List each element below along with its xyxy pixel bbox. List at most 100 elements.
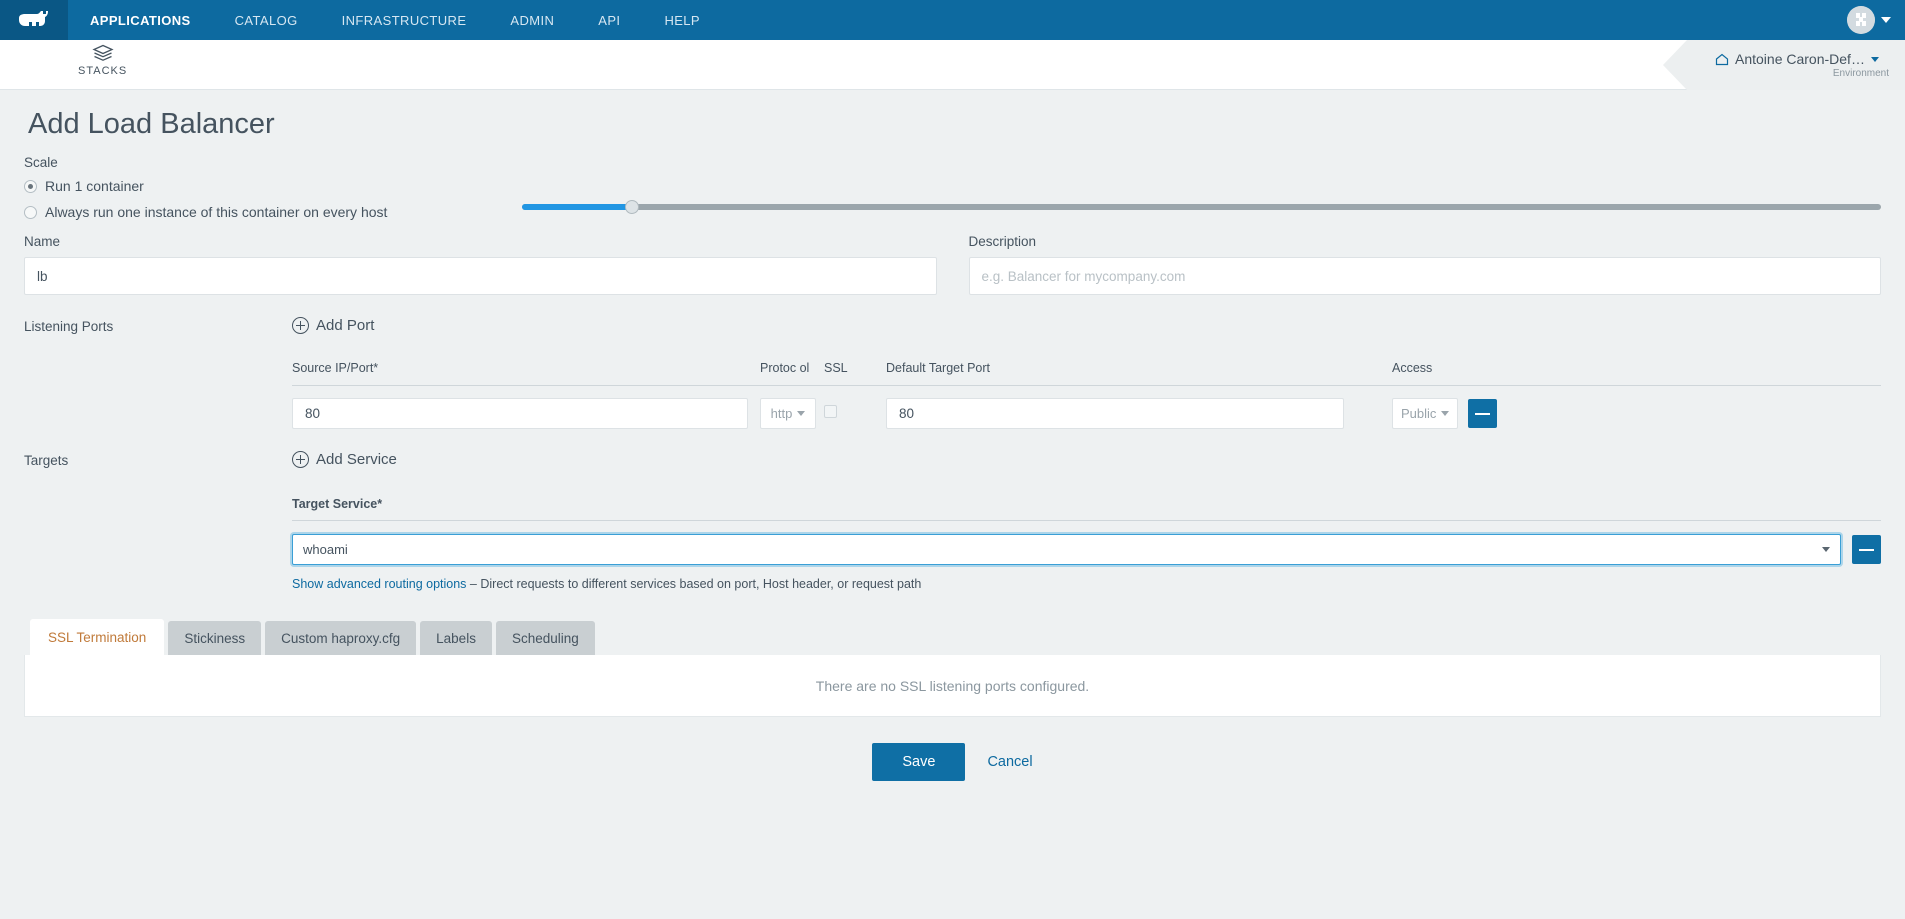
scale-label: Scale bbox=[24, 155, 1881, 170]
protocol-select[interactable]: http bbox=[760, 398, 816, 429]
targets-body: Add Service Target Service* whoami Show … bbox=[292, 451, 1881, 591]
radio-label: Always run one instance of this containe… bbox=[45, 204, 387, 220]
empty-state-message: There are no SSL listening ports configu… bbox=[816, 678, 1089, 694]
nav-item-label: APPLICATIONS bbox=[90, 13, 191, 28]
column-header-default-target-port: Default Target Port bbox=[886, 361, 1356, 375]
nav-item-catalog[interactable]: CATALOG bbox=[213, 0, 320, 40]
tab-labels[interactable]: Labels bbox=[420, 621, 492, 655]
description-label: Description bbox=[969, 234, 1882, 249]
nav-item-label: INFRASTRUCTURE bbox=[342, 13, 467, 28]
targets-section: Targets Add Service Target Service* whoa… bbox=[24, 451, 1881, 591]
targets-label: Targets bbox=[24, 451, 292, 591]
cancel-button[interactable]: Cancel bbox=[987, 754, 1032, 770]
add-service-label: Add Service bbox=[316, 451, 397, 468]
radio-icon[interactable] bbox=[24, 180, 37, 193]
user-menu[interactable] bbox=[1847, 0, 1905, 40]
name-description-row: Name Description bbox=[24, 234, 1881, 295]
listening-ports-label: Listening Ports bbox=[24, 317, 292, 429]
slider-fill bbox=[522, 204, 632, 210]
chevron-down-icon bbox=[1822, 547, 1830, 552]
target-service-select[interactable]: whoami bbox=[292, 534, 1841, 565]
chevron-down-icon bbox=[797, 411, 805, 416]
column-header-protocol: Protoc ol bbox=[760, 361, 824, 375]
access-cell: Public bbox=[1356, 398, 1881, 429]
nav-item-label: ADMIN bbox=[510, 13, 554, 28]
table-header-row: Source IP/Port* Protoc ol SSL Default Ta… bbox=[292, 361, 1881, 386]
ssl-checkbox[interactable] bbox=[824, 405, 837, 418]
tab-custom-haproxy-cfg[interactable]: Custom haproxy.cfg bbox=[265, 621, 416, 655]
column-header-ssl: SSL bbox=[824, 361, 886, 375]
name-input[interactable] bbox=[24, 257, 937, 295]
layers-icon bbox=[92, 44, 114, 63]
remove-port-button[interactable] bbox=[1468, 399, 1497, 428]
nav-item-label: HELP bbox=[664, 13, 700, 28]
tab-label: Scheduling bbox=[512, 631, 579, 646]
tab-panel-ssl-termination: There are no SSL listening ports configu… bbox=[24, 655, 1881, 717]
add-service-button[interactable]: Add Service bbox=[292, 451, 397, 468]
page-content: Add Load Balancer Scale Run 1 container … bbox=[0, 108, 1905, 805]
scale-section: Run 1 container Always run one instance … bbox=[24, 178, 1881, 220]
rancher-bull-logo-icon bbox=[17, 9, 51, 31]
protocol-value: http bbox=[771, 406, 793, 421]
nav-item-help[interactable]: HELP bbox=[642, 0, 722, 40]
name-column: Name bbox=[24, 234, 937, 295]
environment-name: Antoine Caron-Def… bbox=[1735, 51, 1865, 67]
rancher-logo[interactable] bbox=[0, 0, 68, 40]
chevron-down-icon bbox=[1441, 411, 1449, 416]
avatar[interactable] bbox=[1847, 6, 1875, 34]
nav-items: APPLICATIONS CATALOG INFRASTRUCTURE ADMI… bbox=[68, 0, 722, 40]
environment-selector[interactable]: Antoine Caron-Def… Environment bbox=[1687, 40, 1905, 90]
settings-tabs-section: SSL Termination Stickiness Custom haprox… bbox=[24, 619, 1881, 717]
description-column: Description bbox=[969, 234, 1882, 295]
tab-list: SSL Termination Stickiness Custom haprox… bbox=[24, 619, 1881, 655]
add-port-button[interactable]: Add Port bbox=[292, 317, 374, 334]
radio-icon[interactable] bbox=[24, 206, 37, 219]
listening-ports-section: Listening Ports Add Port Source IP/Port*… bbox=[24, 317, 1881, 429]
nav-item-admin[interactable]: ADMIN bbox=[488, 0, 576, 40]
subnav-stacks-label: STACKS bbox=[78, 65, 127, 77]
radio-label: Run 1 container bbox=[45, 178, 144, 194]
subnav-item-stacks[interactable]: STACKS bbox=[78, 40, 127, 77]
column-header-source-ip-port: Source IP/Port* bbox=[292, 361, 760, 375]
save-button[interactable]: Save bbox=[872, 743, 965, 781]
top-navigation-bar: APPLICATIONS CATALOG INFRASTRUCTURE ADMI… bbox=[0, 0, 1905, 40]
radio-run-one-container[interactable]: Run 1 container bbox=[24, 178, 1881, 194]
name-label: Name bbox=[24, 234, 937, 249]
scale-slider[interactable] bbox=[522, 200, 1881, 214]
environment-selector-row[interactable]: Antoine Caron-Def… bbox=[1715, 51, 1889, 67]
access-select[interactable]: Public bbox=[1392, 398, 1458, 429]
tab-label: SSL Termination bbox=[48, 630, 146, 645]
slider-thumb[interactable] bbox=[625, 200, 639, 214]
tab-label: Stickiness bbox=[184, 631, 245, 646]
slider-track[interactable] bbox=[522, 204, 1881, 210]
environment-sublabel: Environment bbox=[1715, 68, 1889, 79]
tab-stickiness[interactable]: Stickiness bbox=[168, 621, 261, 655]
default-target-port-input[interactable] bbox=[886, 398, 1344, 429]
tab-ssl-termination[interactable]: SSL Termination bbox=[30, 619, 164, 655]
remove-target-service-button[interactable] bbox=[1852, 535, 1881, 564]
ssl-cell bbox=[824, 405, 886, 423]
chevron-down-icon bbox=[1881, 17, 1891, 23]
nav-item-label: API bbox=[598, 13, 620, 28]
tab-scheduling[interactable]: Scheduling bbox=[496, 621, 595, 655]
source-port-input[interactable] bbox=[292, 398, 748, 429]
plus-circle-icon bbox=[292, 451, 309, 468]
chevron-down-icon bbox=[1871, 57, 1879, 62]
page-title: Add Load Balancer bbox=[28, 108, 1881, 141]
description-input[interactable] bbox=[969, 257, 1882, 295]
avatar-identicon-icon bbox=[1847, 6, 1875, 34]
nav-item-label: CATALOG bbox=[235, 13, 298, 28]
column-header-target-service: Target Service* bbox=[292, 497, 1881, 521]
tab-label: Labels bbox=[436, 631, 476, 646]
access-value: Public bbox=[1401, 406, 1436, 421]
nav-item-infrastructure[interactable]: INFRASTRUCTURE bbox=[320, 0, 489, 40]
table-row: whoami bbox=[292, 521, 1881, 565]
nav-item-applications[interactable]: APPLICATIONS bbox=[68, 0, 213, 40]
source-port-cell bbox=[292, 398, 760, 429]
listening-ports-table: Source IP/Port* Protoc ol SSL Default Ta… bbox=[292, 361, 1881, 429]
home-icon bbox=[1715, 53, 1729, 66]
show-advanced-routing-options-link[interactable]: Show advanced routing options bbox=[292, 577, 466, 591]
column-header-access: Access bbox=[1356, 361, 1881, 375]
listening-ports-body: Add Port Source IP/Port* Protoc ol SSL D… bbox=[292, 317, 1881, 429]
nav-item-api[interactable]: API bbox=[576, 0, 642, 40]
